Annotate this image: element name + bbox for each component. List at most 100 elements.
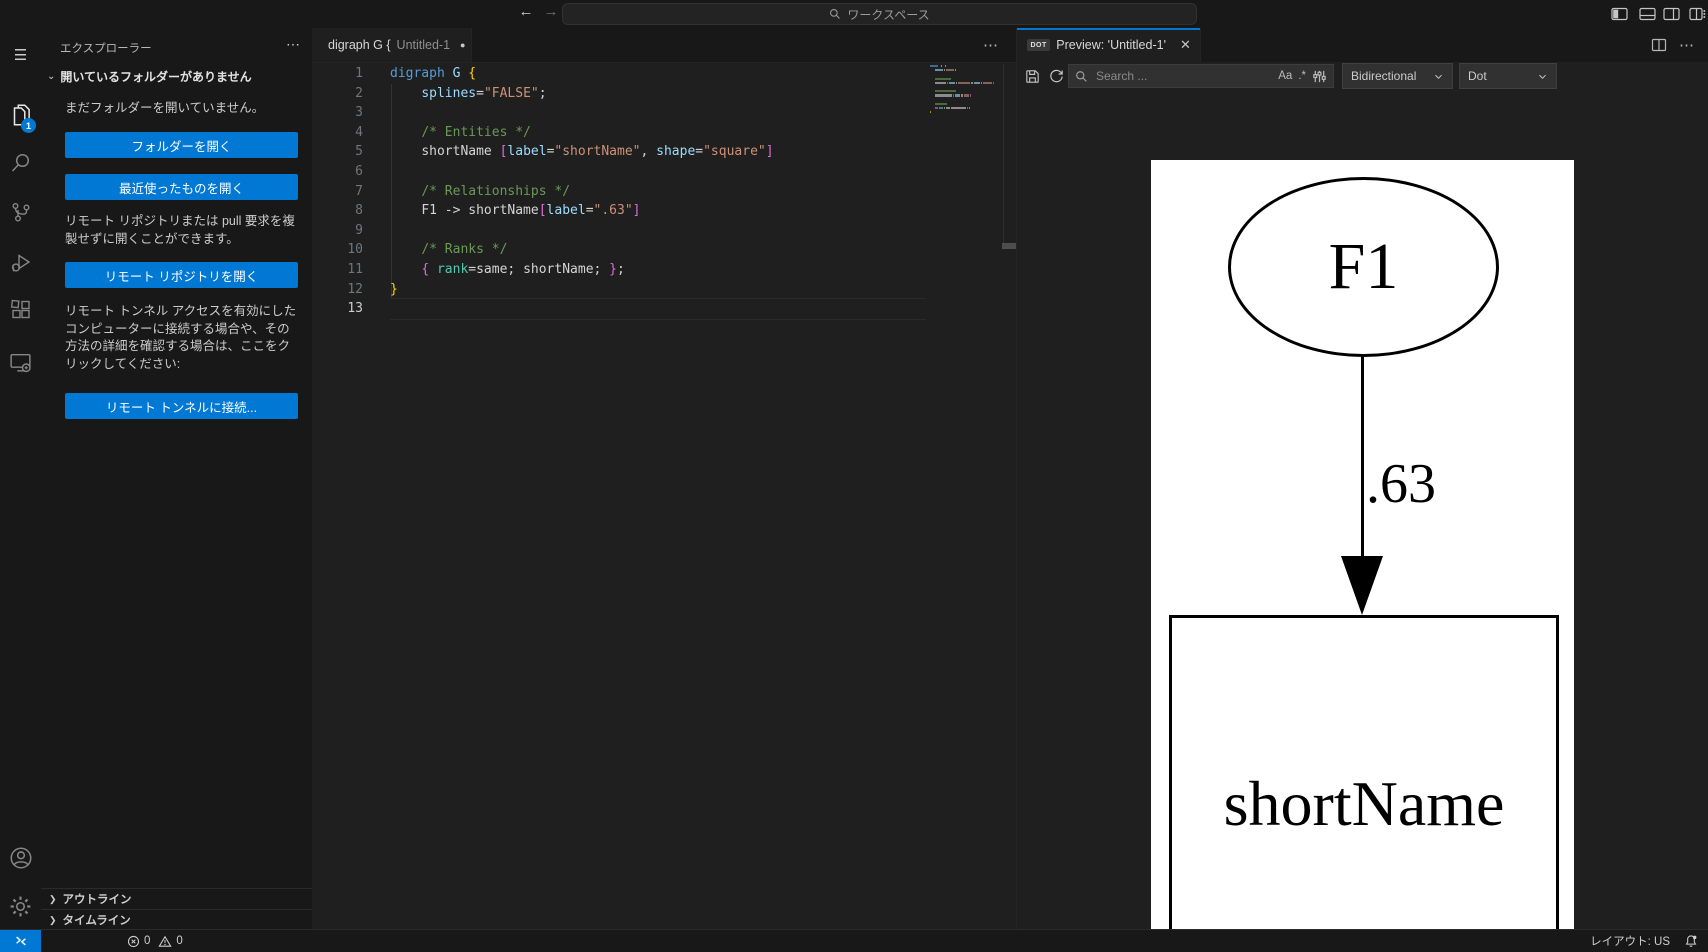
code-line[interactable]: /* Relationships */ xyxy=(390,182,926,202)
search-options-icon[interactable] xyxy=(1312,69,1327,84)
layout-status[interactable]: レイアウト: US xyxy=(1590,933,1670,949)
minimap-line xyxy=(930,115,1000,117)
line-number: 4 xyxy=(355,124,363,140)
tab-untitled-dot-file[interactable]: digraph G { Untitled-1 ● xyxy=(312,28,472,62)
code-line[interactable] xyxy=(390,103,926,123)
settings-gear-icon[interactable] xyxy=(0,886,41,926)
open-recent-button[interactable]: 最近使ったものを開く xyxy=(65,174,298,200)
open-remote-repository-button[interactable]: リモート リポジトリを開く xyxy=(65,262,298,288)
account-icon[interactable] xyxy=(0,838,41,878)
scrollbar-knob[interactable] xyxy=(1002,243,1016,249)
remote-explorer-icon xyxy=(10,353,31,372)
direction-select[interactable]: Bidirectional xyxy=(1342,63,1453,89)
code-line[interactable] xyxy=(390,162,926,182)
code-line[interactable]: /* Ranks */ xyxy=(390,240,926,260)
explorer-sidebar: エクスプローラー ⋯ ⌄ 開いているフォルダーがありません まだフォルダーを開い… xyxy=(41,28,313,930)
minimap-line xyxy=(930,102,1000,105)
chevron-right-icon: ❯ xyxy=(49,914,57,925)
search-input[interactable] xyxy=(1094,68,1273,84)
split-editor-icon[interactable] xyxy=(1651,37,1667,53)
modified-dot-icon[interactable]: ● xyxy=(460,40,465,50)
line-number: 10 xyxy=(347,242,363,258)
no-folder-section-header[interactable]: ⌄ 開いているフォルダーがありません xyxy=(47,68,252,85)
error-count: 0 xyxy=(144,935,151,947)
engine-select[interactable]: Dot xyxy=(1459,63,1557,89)
remote-indicator[interactable] xyxy=(0,930,41,952)
code-editor[interactable]: 1 2 3 4 5 6 7 8 9 10 11 12 13 digraph G { splines="F… xyxy=(312,62,1016,930)
sidebar-more-actions-icon[interactable]: ⋯ xyxy=(286,36,300,53)
match-case-icon[interactable]: Aa xyxy=(1278,70,1292,82)
node-label: shortName xyxy=(1223,767,1505,839)
more-actions-icon[interactable]: ⋯ xyxy=(1679,36,1694,54)
sidebar-item-search[interactable] xyxy=(0,143,41,183)
back-icon[interactable]: ← xyxy=(515,3,537,20)
explorer-badge: 1 xyxy=(21,118,36,133)
command-center-search[interactable]: ワークスペース xyxy=(562,3,1197,25)
preview-content[interactable]: F1 .63 shortName xyxy=(1017,90,1708,952)
sidebar-item-run-debug[interactable] xyxy=(0,242,41,282)
graphviz-canvas[interactable]: F1 .63 shortName xyxy=(1151,160,1574,952)
code-line[interactable]: F1 -> shortName[label=".63"] xyxy=(390,201,926,221)
sidebar-item-explorer[interactable]: 1 xyxy=(0,95,41,135)
sidebar-title: エクスプローラー xyxy=(60,43,152,55)
menu-icon[interactable]: ☰ xyxy=(0,35,41,75)
notifications-bell-icon[interactable] xyxy=(1684,934,1698,948)
code-line[interactable]: splines="FALSE"; xyxy=(390,84,926,104)
chevron-down-icon xyxy=(1539,74,1546,79)
toggle-sidebar-icon[interactable] xyxy=(1611,6,1628,22)
customize-layout-icon[interactable] xyxy=(1689,6,1706,22)
sidebar-item-remote-explorer[interactable] xyxy=(0,342,41,382)
code-lines[interactable]: digraph G { splines="FALSE"; /* Entities… xyxy=(390,64,926,319)
line-number: 1 xyxy=(355,66,363,81)
close-icon[interactable]: ✕ xyxy=(1180,37,1191,53)
title-bar: ← → ワークスペース xyxy=(0,0,1708,29)
open-folder-button[interactable]: フォルダーを開く xyxy=(65,132,298,158)
activity-bar: ☰ 1 xyxy=(0,28,42,930)
code-line[interactable]: } xyxy=(390,280,926,300)
editor-group-preview: DOT Preview: 'Untitled-1' ✕ ⋯ Aa .* xyxy=(1016,28,1708,952)
outline-section-header[interactable]: ❯ アウトライン xyxy=(41,888,312,909)
preview-tab-bar: DOT Preview: 'Untitled-1' ✕ ⋯ xyxy=(1017,28,1708,63)
minimap-line xyxy=(930,73,1000,75)
reload-icon[interactable] xyxy=(1048,68,1065,85)
status-bar-right: レイアウト: US xyxy=(1590,930,1698,952)
code-line[interactable]: /* Entities */ xyxy=(390,123,926,143)
editor-more-actions-icon[interactable]: ⋯ xyxy=(983,36,998,54)
code-line[interactable]: shortName [label="shortName", shape="squ… xyxy=(390,142,926,162)
line-number: 7 xyxy=(355,183,363,199)
code-line[interactable] xyxy=(390,221,926,241)
graph-search-box: Aa .* xyxy=(1068,64,1334,88)
toggle-panel-icon[interactable] xyxy=(1639,6,1656,22)
editor-group-code: digraph G { Untitled-1 ● ⋯ 1 2 3 4 5 6 7 8 9 10 11… xyxy=(312,28,1016,930)
tab-preview[interactable]: DOT Preview: 'Untitled-1' ✕ xyxy=(1017,28,1201,62)
sidebar-item-extensions[interactable] xyxy=(0,290,41,330)
engine-value: Dot xyxy=(1468,69,1487,83)
minimap-line xyxy=(930,77,1000,80)
sidebar-item-source-control[interactable] xyxy=(0,192,41,232)
search-icon xyxy=(1076,70,1087,82)
graph-edge xyxy=(1361,357,1364,557)
chevron-right-icon: ❯ xyxy=(49,893,57,904)
gutter: 1 2 3 4 5 6 7 8 9 10 11 12 13 xyxy=(312,64,363,319)
remote-tunnel-message: リモート トンネル アクセスを有効にしたコンピューターに接続する場合や、その方法… xyxy=(65,304,297,371)
timeline-section-header[interactable]: ❯ タイムライン xyxy=(41,909,312,930)
regex-icon[interactable]: .* xyxy=(1298,70,1306,82)
node-label: F1 xyxy=(1328,230,1399,303)
line-number: 11 xyxy=(347,261,363,277)
active-tab-indicator xyxy=(1017,28,1200,30)
editor-scrollbar[interactable] xyxy=(1003,64,1004,250)
tab-label: Preview: 'Untitled-1' xyxy=(1056,38,1166,52)
minimap-line xyxy=(930,99,1000,101)
code-line[interactable]: digraph G { xyxy=(390,64,926,84)
forward-icon[interactable]: → xyxy=(540,3,562,20)
connect-tunnel-button[interactable]: リモート トンネルに接続... xyxy=(65,393,298,419)
graph-node-square[interactable]: shortName xyxy=(1169,615,1559,952)
minimap[interactable] xyxy=(930,65,1000,119)
save-icon[interactable] xyxy=(1024,68,1041,85)
code-line[interactable]: { rank=same; shortName; }; xyxy=(390,260,926,280)
graph-node-ellipse[interactable]: F1 xyxy=(1228,177,1499,357)
code-line[interactable] xyxy=(390,299,926,319)
minimap-line xyxy=(930,81,1000,85)
toggle-secondary-sidebar-icon[interactable] xyxy=(1663,6,1680,22)
problems-status[interactable]: 0 0 xyxy=(127,930,183,952)
